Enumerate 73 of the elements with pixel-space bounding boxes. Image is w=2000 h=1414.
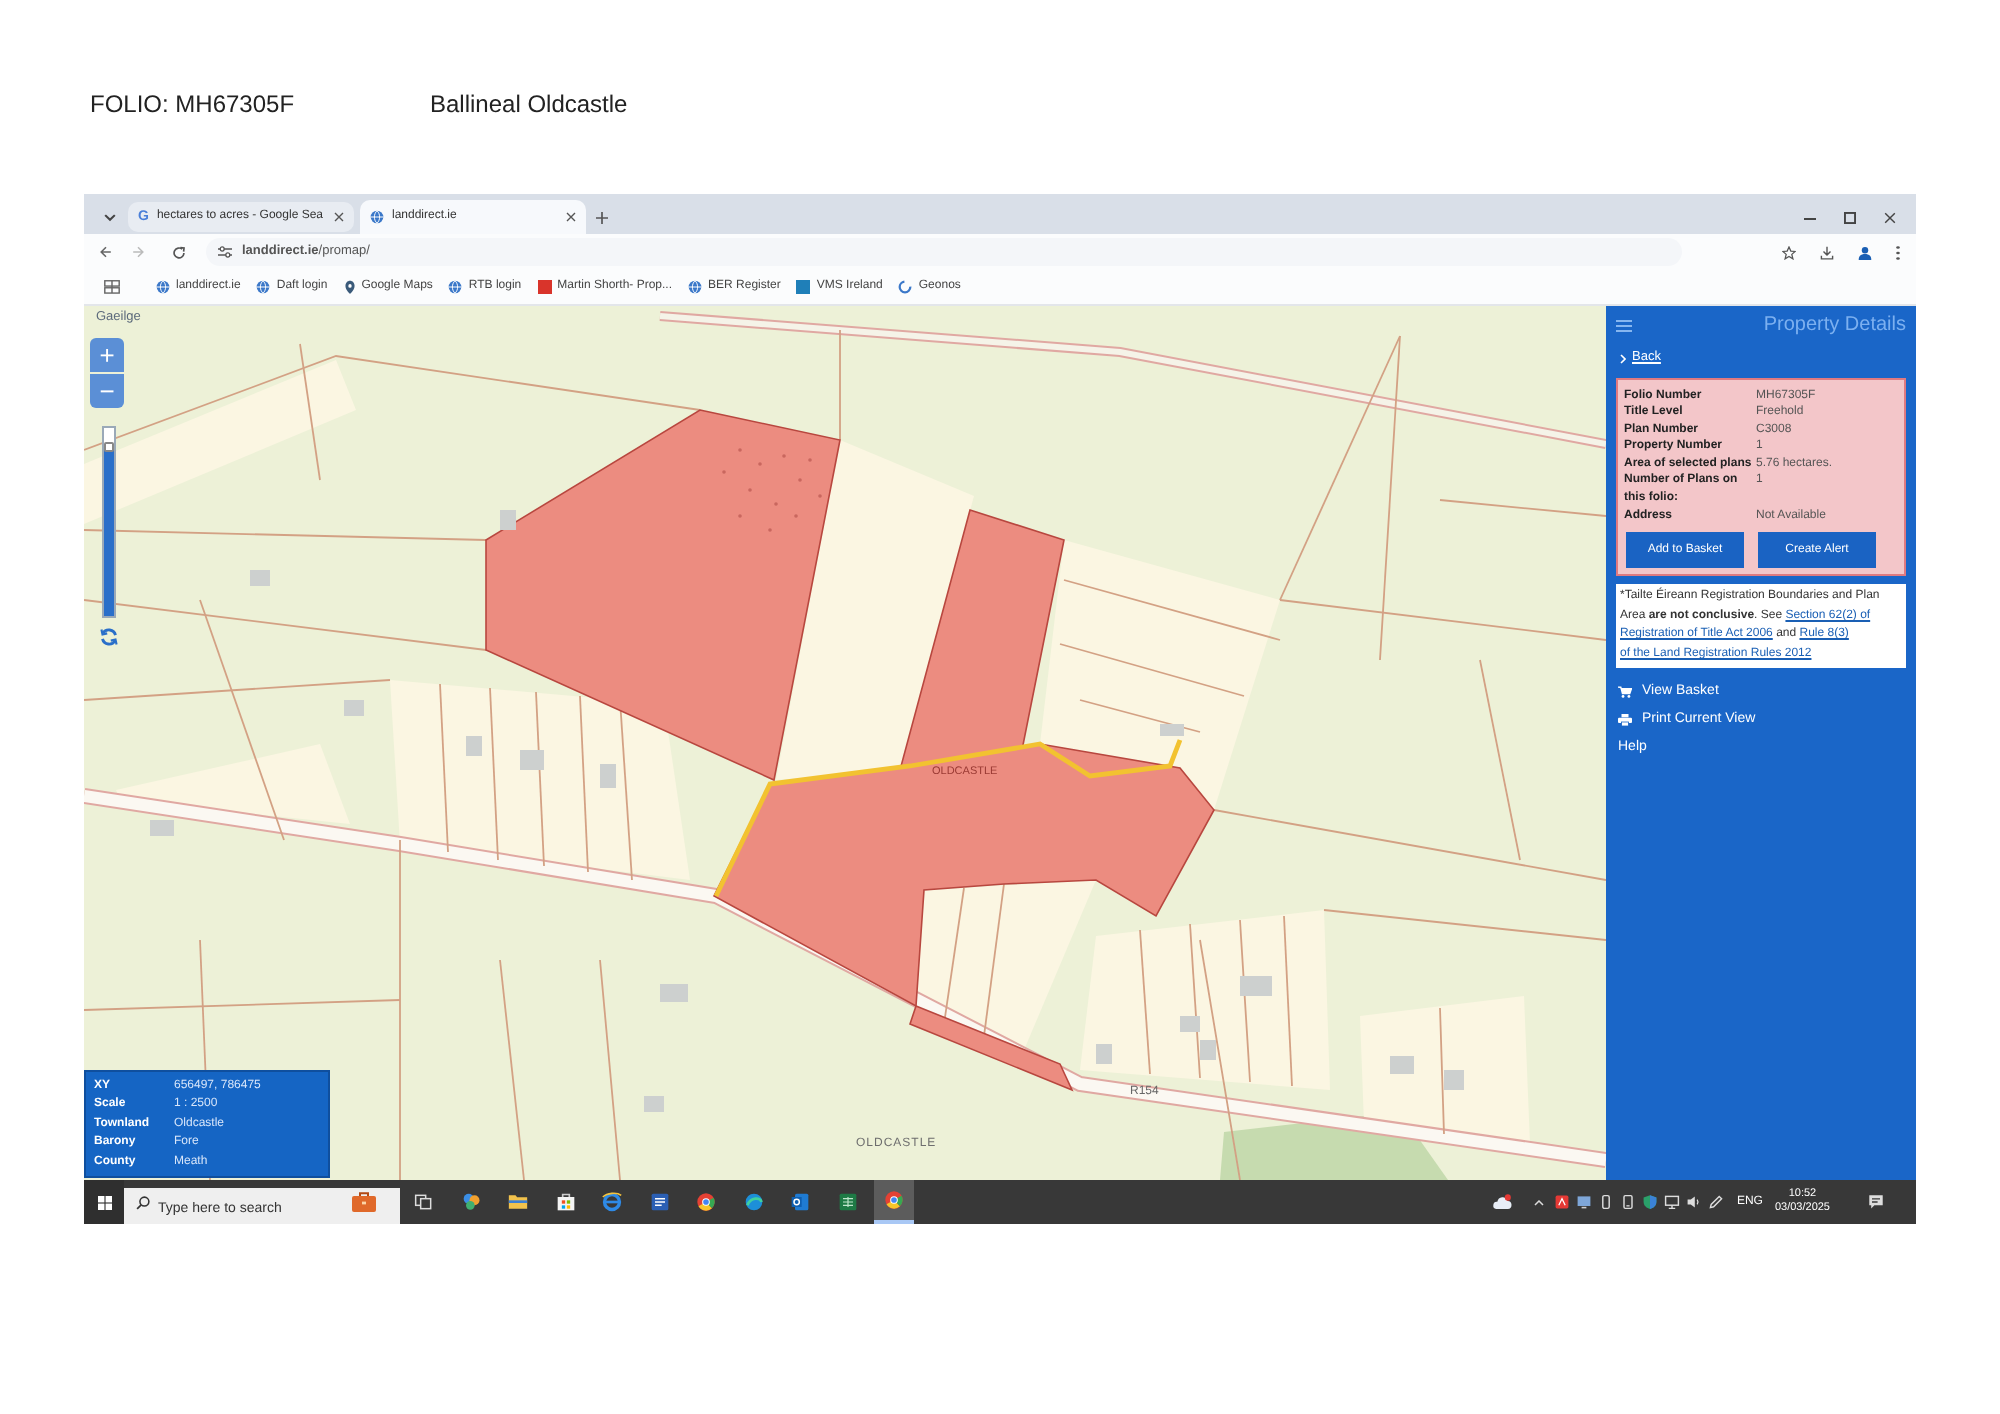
building bbox=[1096, 1044, 1112, 1064]
tune-icon bbox=[218, 246, 232, 258]
minimize-icon[interactable] bbox=[1804, 217, 1816, 219]
panel-title: Property Details bbox=[1763, 316, 1906, 336]
document-app-icon bbox=[649, 1192, 669, 1212]
cart-icon bbox=[1618, 685, 1632, 698]
place-name: Ballineal Oldcastle bbox=[430, 88, 628, 122]
field-boundary bbox=[1439, 1007, 1445, 1135]
zoom-slider[interactable] bbox=[102, 426, 116, 618]
building bbox=[150, 820, 174, 836]
mail-app-icon bbox=[790, 1192, 810, 1212]
start-button[interactable] bbox=[84, 1180, 124, 1224]
cloud-icon[interactable] bbox=[1492, 1194, 1513, 1210]
colored-ring-icon bbox=[884, 1190, 904, 1210]
globe-icon bbox=[688, 280, 703, 294]
tray-app-icon[interactable] bbox=[1554, 1194, 1571, 1210]
multicolor-app-icon bbox=[461, 1192, 481, 1212]
star-icon[interactable] bbox=[1782, 245, 1796, 259]
phone-icon[interactable] bbox=[1620, 1194, 1637, 1210]
folder-icon bbox=[508, 1192, 528, 1212]
briefcase-icon bbox=[352, 1192, 376, 1212]
map-pin-icon bbox=[343, 280, 356, 294]
monitor-icon[interactable] bbox=[1664, 1194, 1681, 1210]
globe-icon bbox=[156, 280, 170, 294]
speaker-icon[interactable] bbox=[1686, 1194, 1703, 1210]
building bbox=[1240, 976, 1272, 996]
shield-icon[interactable] bbox=[1642, 1194, 1659, 1210]
marsh-symbols-drawing bbox=[722, 448, 822, 532]
apps-grid-icon[interactable] bbox=[104, 280, 120, 294]
plus-icon[interactable] bbox=[596, 211, 608, 223]
close-icon[interactable] bbox=[334, 212, 344, 222]
close-icon[interactable] bbox=[1884, 212, 1896, 224]
building bbox=[344, 700, 364, 716]
back-arrow-icon[interactable] bbox=[100, 246, 112, 258]
building bbox=[520, 750, 544, 770]
pen-icon[interactable] bbox=[1708, 1194, 1725, 1210]
windows-icon bbox=[97, 1195, 111, 1209]
building bbox=[1390, 1056, 1414, 1074]
search-icon bbox=[136, 1195, 150, 1209]
building bbox=[660, 984, 688, 1002]
maximize-icon[interactable] bbox=[1844, 212, 1856, 224]
ring-icon bbox=[898, 280, 913, 294]
browser-icon bbox=[602, 1192, 622, 1212]
building bbox=[250, 570, 270, 586]
reload-icon[interactable] bbox=[172, 245, 186, 259]
globe-icon bbox=[370, 210, 384, 224]
building bbox=[500, 510, 516, 530]
spreadsheet-app-icon bbox=[837, 1192, 857, 1212]
menu-icon[interactable] bbox=[1616, 320, 1632, 332]
device-icon[interactable] bbox=[1598, 1194, 1615, 1210]
globe-icon bbox=[256, 280, 271, 294]
download-icon[interactable] bbox=[1820, 245, 1834, 259]
building bbox=[1444, 1070, 1464, 1090]
screen-icon[interactable] bbox=[1576, 1194, 1593, 1210]
profile-icon[interactable] bbox=[1858, 245, 1872, 259]
globe-icon bbox=[448, 280, 463, 294]
building bbox=[1160, 724, 1184, 736]
building bbox=[600, 764, 616, 788]
slider-thumb[interactable] bbox=[104, 442, 114, 453]
shopping-bag-icon bbox=[555, 1192, 575, 1212]
refresh-icon[interactable] bbox=[100, 628, 118, 646]
chevron-up-icon[interactable] bbox=[1534, 1199, 1545, 1205]
building bbox=[644, 1096, 664, 1112]
folio-number: FOLIO: MH67305F bbox=[90, 88, 297, 122]
chevron-down-icon[interactable] bbox=[104, 213, 116, 221]
task-view-icon bbox=[414, 1192, 434, 1212]
colored-ring-icon bbox=[696, 1192, 716, 1212]
sphere-icon bbox=[743, 1192, 763, 1212]
notification-icon[interactable] bbox=[1868, 1194, 1884, 1210]
chevron-right-icon bbox=[1620, 353, 1626, 364]
close-icon[interactable] bbox=[566, 212, 576, 222]
building bbox=[466, 736, 482, 756]
printer-icon bbox=[1618, 713, 1632, 726]
